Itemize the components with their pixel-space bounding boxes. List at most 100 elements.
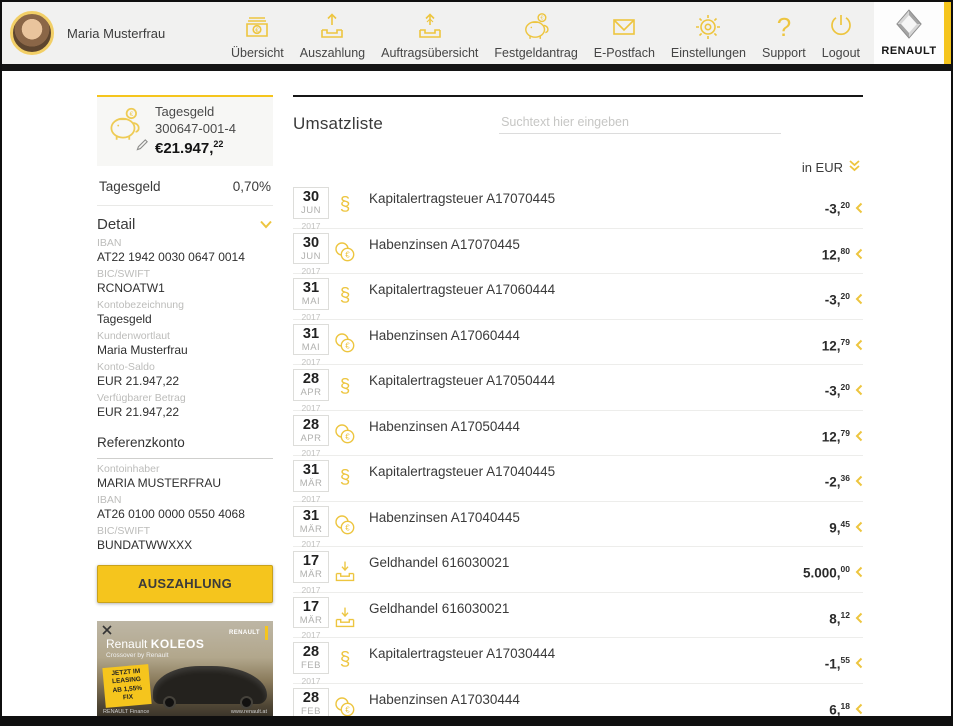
auszahlung-button[interactable]: AUSZAHLUNG [97,565,273,603]
nav-label: E-Postfach [594,46,655,60]
transaction-year: 2017 [293,676,329,686]
field-value: AT26 0100 0000 0550 4068 [97,508,273,521]
ad-close-icon[interactable] [102,625,112,635]
renault-diamond-icon [895,9,923,44]
nav-item-support[interactable]: ? Support [754,9,814,60]
transaction-row[interactable]: 28 APR 2017 € Habenzinsen A17050444 12,7… [293,411,863,457]
ad-leasing-badge: JETZT IM LEASING AB 1,55% FIX [102,664,151,708]
reference-account-title: Referenzkonto [97,435,273,450]
renault-logo[interactable]: RENAULT [874,2,944,64]
transaction-row[interactable]: 31 MAI 2017 § Kapitalertragsteuer A17060… [293,274,863,320]
transaction-day: 31 [294,327,328,342]
svg-text:?: ? [777,12,791,42]
chevron-left-icon[interactable] [855,657,863,683]
svg-text:€: € [540,16,543,22]
nav-label: Support [762,46,806,60]
transaction-description: Habenzinsen A17070445 [361,237,822,274]
transaction-description: Geldhandel 616030021 [361,555,803,592]
transaction-year: 2017 [293,221,329,231]
transaction-row[interactable]: 17 MÄR 2017 Geldhandel 616030021 8,12 [293,593,863,639]
account-card[interactable]: € Tagesgeld 300647-001-4 €21.947,22 [97,95,273,166]
transaction-day: 28 [294,372,328,387]
ad-title: Renault KOLEOS [106,637,204,651]
nav-item-epostfach[interactable]: E-Postfach [586,9,663,60]
nav-item-uebersicht[interactable]: € Übersicht [223,9,292,60]
chevron-left-icon[interactable] [855,339,863,365]
page-title: Umsatzliste [293,114,383,134]
field-label: Kontobezeichnung [97,299,273,311]
nav-item-logout[interactable]: Logout [814,9,868,60]
avatar[interactable] [10,11,54,55]
chevron-left-icon[interactable] [855,202,863,228]
transaction-year: 2017 [293,312,329,322]
transaction-day: 30 [294,190,328,205]
ad-car-wheel [240,696,253,709]
transaction-row[interactable]: 30 JUN 2017 € Habenzinsen A17070445 12,8… [293,229,863,275]
double-chevron-down-icon [848,160,861,175]
transaction-month: MAI [294,342,328,353]
field-label: IBAN [97,494,273,506]
search-input[interactable] [499,111,781,134]
sidebar: € Tagesgeld 300647-001-4 €21.947,22 Tage… [97,95,273,726]
transaction-month: MAI [294,296,328,307]
chevron-left-icon[interactable] [855,475,863,501]
transaction-year: 2017 [293,357,329,367]
ad-footer: RENAULT Finance www.renault.at [103,709,267,715]
field-label: Kundenwortlaut [97,330,273,342]
nav-item-festgeldantrag[interactable]: € Festgeldantrag [486,9,585,60]
transaction-row[interactable]: 28 FEB 2017 § Kapitalertragsteuer A17030… [293,638,863,684]
chevron-left-icon[interactable] [855,293,863,319]
transaction-amount: 12,79 [822,428,850,456]
nav-item-auftragsuebersicht[interactable]: Auftragsübersicht [373,9,486,60]
transactions-panel: Umsatzliste in EUR 30 JUN 2017 § Kapital… [293,95,863,726]
chevron-left-icon[interactable] [855,566,863,592]
field-label: Konto-Saldo [97,361,273,373]
transaction-row[interactable]: 31 MÄR 2017 € Habenzinsen A17040445 9,45 [293,502,863,548]
transaction-description: Habenzinsen A17060444 [361,328,822,365]
transaction-row[interactable]: 31 MAI 2017 € Habenzinsen A17060444 12,7… [293,320,863,366]
transaction-year: 2017 [293,585,329,595]
transaction-amount: -1,55 [825,655,850,683]
transaction-month: APR [294,387,328,398]
svg-text:€: € [345,250,350,259]
transaction-day: 31 [294,509,328,524]
nav-label: Auftragsübersicht [381,46,478,60]
nav-item-einstellungen[interactable]: Einstellungen [663,9,754,60]
nav-item-auszahlung[interactable]: Auszahlung [292,9,373,60]
koleos-ad-banner[interactable]: RENAULT Renault KOLEOS Crossover by Rena… [97,621,273,717]
bottom-bar [2,716,951,724]
account-balance: €21.947,22 [155,139,236,157]
transaction-row[interactable]: 31 MÄR 2017 § Kapitalertragsteuer A17040… [293,456,863,502]
transaction-description: Kapitalertragsteuer A17050444 [361,373,825,410]
field-value: BUNDATWWXXX [97,539,273,552]
field-value: RCNOATW1 [97,282,273,295]
detail-field: Kontoinhaber MARIA MUSTERFRAU [97,463,273,490]
transaction-date: 31 MAI 2017 [293,278,329,319]
transaction-date: 28 APR 2017 [293,369,329,410]
transaction-row[interactable]: 17 MÄR 2017 Geldhandel 616030021 5.000,0… [293,547,863,593]
user-chip[interactable]: Maria Musterfrau [2,11,165,55]
transaction-day: 31 [294,281,328,296]
field-value: Tagesgeld [97,313,273,326]
transaction-description: Geldhandel 616030021 [361,601,829,638]
chevron-left-icon[interactable] [855,384,863,410]
chevron-left-icon[interactable] [855,612,863,638]
chevron-left-icon[interactable] [855,521,863,547]
currency-sort[interactable]: in EUR [293,160,861,175]
chevron-left-icon[interactable] [855,248,863,274]
field-value: EUR 21.947,22 [97,375,273,388]
payout-tray-up-icon [315,9,349,45]
transaction-year: 2017 [293,539,329,549]
transaction-date: 31 MAI 2017 [293,324,329,365]
chevron-left-icon[interactable] [855,430,863,456]
chevron-down-icon[interactable] [259,220,273,229]
transaction-row[interactable]: 30 JUN 2017 § Kapitalertragsteuer A17070… [293,183,863,229]
reference-fields: Kontoinhaber MARIA MUSTERFRAU IBAN AT26 … [97,463,273,552]
detail-header[interactable]: Detail [97,216,273,233]
transaction-month: MÄR [294,478,328,489]
paragraph-icon: § [329,195,361,228]
edit-pencil-icon[interactable] [136,138,149,156]
detail-field: Konto-Saldo EUR 21.947,22 [97,361,273,388]
transaction-row[interactable]: 28 APR 2017 § Kapitalertragsteuer A17050… [293,365,863,411]
transaction-day: 28 [294,691,328,706]
